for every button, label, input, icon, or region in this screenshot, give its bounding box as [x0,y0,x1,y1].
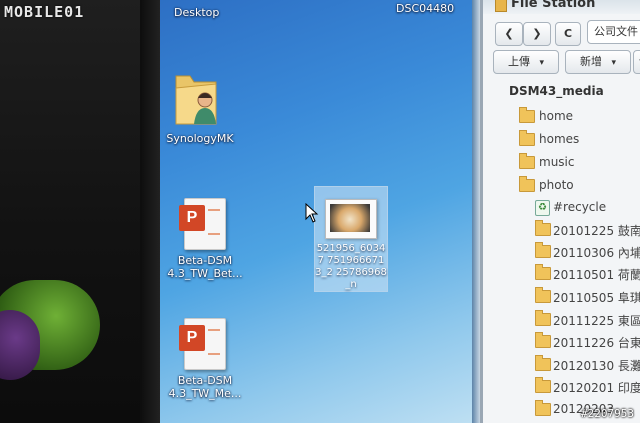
file-station-window: File Station ❮ ❯ C 公司文件 上傳 ▾ 新增 ▾ ▾ DSM4… [480,0,640,423]
tree-item-label: 20110501 荷蘭 [553,268,640,282]
folder-icon [519,153,535,169]
tree-item-homes[interactable]: homes [483,129,640,151]
folder-icon [535,332,551,348]
tree-item-photo[interactable]: photo [483,175,640,197]
recycle-icon: ♻ [535,200,550,216]
tree-item-label: 20110505 阜琪 [553,291,640,305]
tree-item-folder[interactable]: 20110306 內埔 [483,241,640,263]
tree-item-recycle[interactable]: ♻ #recycle [483,197,640,219]
image-thumbnail-icon [325,199,377,239]
desktop-icon-label: SynologyMK [166,132,234,145]
desktop-icon-label: 521956_60347 7519666713_2 25786968_n [315,243,387,290]
folder-icon [535,287,551,303]
file-station-icon [495,0,507,12]
powerpoint-file-icon: P [179,198,226,250]
folder-icon [519,107,535,123]
new-button[interactable]: 新增 ▾ [565,50,631,74]
folder-icon [519,130,535,146]
folder-icon [535,242,551,258]
folder-icon [535,377,551,393]
folder-icon [535,355,551,371]
desktop-top-label-left[interactable]: Desktop [174,6,219,19]
desktop-icon-label: Beta-DSM 4.3_TW_Me... [168,374,242,400]
tree-item-label: homes [539,132,580,146]
tree-item-folder[interactable]: 20111225 東區 [483,309,640,331]
path-field[interactable]: 公司文件 [587,20,640,44]
powerpoint-file-icon: P [179,318,226,370]
folder-icon [535,220,551,236]
folder-icon [535,400,551,416]
tree-item-label: 20120201 印度 [553,381,640,395]
desktop[interactable]: Desktop DSC04480 SynologyMK P Beta-DSM 4… [160,0,480,423]
tree-item-folder[interactable]: 20111226 台東之 [483,331,640,353]
desktop-icon-label: Beta-DSM 4.3_TW_Bet... [167,254,243,280]
user-folder-icon [175,75,217,125]
desktop-top-label-right[interactable]: DSC04480 [396,2,454,15]
tree-item-folder[interactable]: 20101225 鼓南 [483,219,640,241]
folder-icon [535,310,551,326]
tree-item-label: 20101225 鼓南 [553,224,640,238]
folder-icon [535,264,551,280]
upload-label: 上傳 [507,55,530,68]
tree-item-label: 20111225 東區 [553,314,640,328]
window-title: File Station [511,0,596,11]
refresh-button[interactable]: C [555,22,581,46]
more-button[interactable]: ▾ [633,50,640,74]
tree-item-label: 20111226 台東之 [553,336,640,350]
chevron-down-icon: ▾ [539,58,545,68]
tree-item-label: #recycle [553,200,607,214]
photo-watermark: MOBILE01 [4,3,85,21]
tree-item-label: music [539,155,575,169]
tree-item-label: photo [539,178,574,192]
forward-button[interactable]: ❯ [523,22,551,46]
tree-item-label: 20110306 內埔 [553,246,640,260]
tree-item-label: 20120130 長灘 [553,359,640,373]
tree-root[interactable]: DSM43_media [509,84,604,98]
tree-item-folder[interactable]: 20120201 印度 [483,376,640,398]
upload-button[interactable]: 上傳 ▾ [493,50,559,74]
tree-item-home[interactable]: home [483,106,640,128]
title-bar: File Station [483,0,640,14]
tree-item-folder[interactable]: 20120130 長灘 [483,354,640,376]
tree-item-music[interactable]: music [483,152,640,174]
back-button[interactable]: ❮ [495,22,523,46]
folder-icon [519,176,535,192]
image-id-watermark: #2207953 [581,407,634,420]
tree-item-label: home [539,109,574,123]
new-label: 新增 [579,55,602,68]
desktop-icon-selected-image[interactable]: 521956_60347 7519666713_2 25786968_n [314,186,388,292]
chevron-down-icon: ▾ [611,58,617,68]
mouse-cursor-icon [305,203,319,223]
tree-item-folder[interactable]: 20110501 荷蘭 [483,263,640,285]
tree-item-folder[interactable]: 20110505 阜琪 [483,286,640,308]
window-edge [472,0,480,423]
bezel-edge [140,0,160,423]
